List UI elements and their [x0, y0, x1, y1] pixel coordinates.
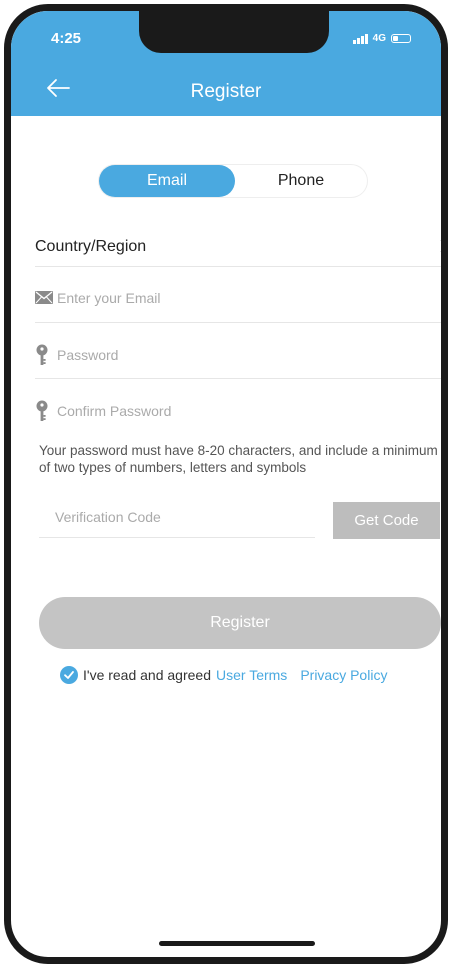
device-notch: [139, 11, 329, 53]
country-region-label: Country/Region: [35, 238, 147, 255]
phone-frame: 4:25 4G Register Email Phone Country/Reg…: [4, 4, 448, 964]
check-circle-icon[interactable]: [60, 666, 78, 684]
confirm-password-placeholder: Confirm Password: [57, 403, 172, 419]
country-region-selector[interactable]: Country/Region: [35, 223, 441, 267]
app-header: 4:25 4G Register: [11, 11, 441, 116]
password-hint: Your password must have 8-20 characters,…: [39, 443, 438, 475]
verification-code-placeholder: Verification Code: [55, 509, 161, 525]
confirm-password-field[interactable]: Confirm Password: [35, 379, 441, 435]
verification-code-field[interactable]: Verification Code: [39, 497, 315, 538]
email-field[interactable]: Enter your Email: [35, 267, 441, 323]
status-indicators: 4G: [352, 33, 411, 44]
password-placeholder: Password: [57, 347, 119, 363]
register-button[interactable]: Register: [39, 597, 441, 649]
home-indicator: [159, 941, 315, 946]
email-placeholder: Enter your Email: [57, 290, 161, 306]
page-title: Register: [190, 81, 262, 102]
envelope-icon: [35, 291, 53, 304]
checkmark-icon: [64, 671, 74, 679]
signal-icon: [352, 33, 368, 44]
password-field[interactable]: Password: [35, 323, 441, 379]
key-icon: [36, 400, 48, 421]
network-type: 4G: [372, 33, 386, 44]
tab-email[interactable]: Email: [99, 165, 235, 197]
agreement-text: I've read and agreed: [83, 667, 211, 683]
tab-phone[interactable]: Phone: [235, 165, 367, 197]
get-code-button[interactable]: Get Code: [333, 502, 440, 539]
key-icon: [36, 344, 48, 365]
chevron-right-icon: [440, 240, 441, 252]
register-method-toggle: Email Phone: [99, 165, 367, 197]
agreement-row: I've read and agreed User Terms Privacy …: [60, 665, 387, 685]
status-time: 4:25: [51, 30, 82, 47]
user-terms-link[interactable]: User Terms: [216, 667, 287, 683]
privacy-policy-link[interactable]: Privacy Policy: [300, 667, 387, 683]
battery-icon: [391, 34, 411, 43]
